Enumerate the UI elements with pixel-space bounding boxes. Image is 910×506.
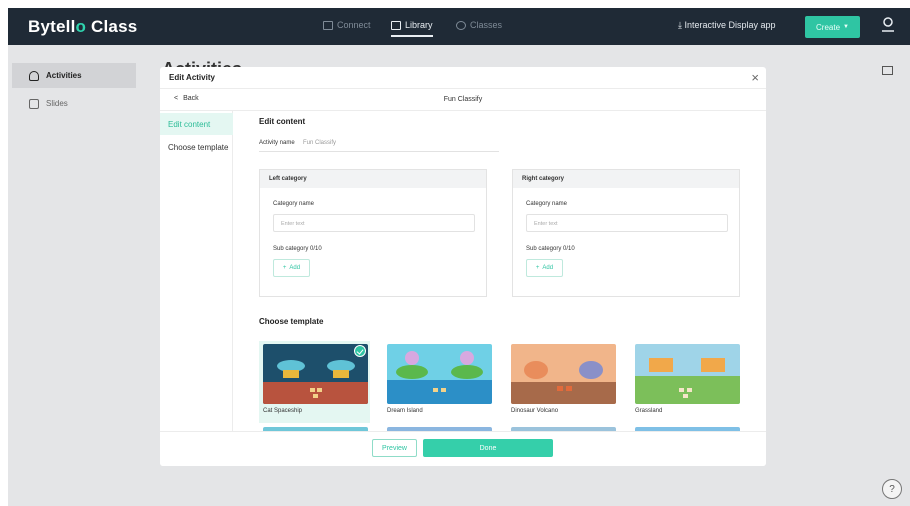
- left-category-name-label: Category name: [273, 201, 315, 207]
- dream-island-thumbnail: [387, 344, 492, 404]
- right-category-card: Right category Category name Enter text …: [512, 169, 740, 297]
- slides-icon: [29, 98, 39, 109]
- download-icon: ⤓: [678, 20, 682, 30]
- modal-title: Edit Activity: [169, 73, 215, 82]
- tab-edit-content[interactable]: Edit content: [160, 113, 233, 135]
- display-app-label: Interactive Display app: [684, 20, 776, 30]
- connect-icon: [323, 20, 333, 30]
- sidebar: Activities Slides: [8, 45, 142, 506]
- app-frame: Bytello Class Connect Library Classes ⤓ …: [8, 8, 910, 506]
- library-icon: [391, 20, 401, 30]
- create-label: Create: [816, 22, 841, 32]
- interactive-display-app-link[interactable]: ⤓ Interactive Display app: [678, 20, 776, 31]
- app-logo[interactable]: Bytello Class: [28, 17, 137, 37]
- right-category-heading: Right category: [513, 170, 739, 188]
- add-label: Add: [542, 265, 554, 271]
- create-button[interactable]: Create ▼: [805, 16, 860, 38]
- right-add-button[interactable]: + Add: [526, 259, 563, 277]
- template-card-cat-spaceship[interactable]: Cat Spaceship: [259, 341, 370, 423]
- help-icon[interactable]: ?: [882, 479, 902, 499]
- right-category-name-input[interactable]: Enter text: [526, 214, 728, 232]
- sidebar-item-label: Slides: [46, 99, 68, 108]
- nav-classes-label: Classes: [470, 20, 503, 30]
- activity-name-underline: [259, 151, 499, 152]
- template-card-grassland[interactable]: Grassland: [631, 341, 742, 423]
- trophy-icon: [29, 70, 39, 81]
- right-category-name-label: Category name: [526, 201, 568, 207]
- modal-header: Edit Activity ×: [160, 67, 766, 89]
- left-category-name-input[interactable]: Enter text: [273, 214, 475, 232]
- choose-template-heading: Choose template: [259, 317, 324, 326]
- modal-side-nav: Edit content Choose template: [160, 111, 233, 466]
- plus-icon: +: [535, 265, 540, 271]
- edit-activity-modal: Edit Activity × < Back Fun Classify Edit…: [160, 67, 766, 466]
- activity-name-input[interactable]: Fun Classify: [303, 140, 336, 146]
- caret-down-icon: ▼: [843, 24, 849, 30]
- grassland-thumbnail: [635, 344, 740, 404]
- user-icon[interactable]: [880, 16, 896, 34]
- preview-button[interactable]: Preview: [372, 439, 417, 457]
- tab-choose-template[interactable]: Choose template: [160, 136, 233, 158]
- left-category-heading: Left category: [260, 170, 486, 188]
- nav-connect[interactable]: Connect: [323, 20, 371, 30]
- modal-content: Edit content Activity name Fun Classify …: [233, 111, 766, 431]
- modal-footer: Preview Done: [160, 431, 766, 466]
- template-label: Dream Island: [387, 408, 423, 414]
- nav-classes[interactable]: Classes: [456, 20, 502, 30]
- sidebar-item-activities[interactable]: Activities: [12, 63, 136, 88]
- done-button[interactable]: Done: [423, 439, 553, 457]
- sidebar-item-slides[interactable]: Slides: [12, 91, 136, 116]
- template-label: Dinosaur Volcano: [511, 408, 559, 414]
- nav-connect-label: Connect: [337, 20, 371, 30]
- activity-title: Fun Classify: [443, 96, 483, 103]
- template-card-dream-island[interactable]: Dream Island: [383, 341, 494, 423]
- cat-spaceship-thumbnail: [263, 344, 368, 404]
- activity-name-label: Activity name: [259, 140, 295, 146]
- template-card-dinosaur-volcano[interactable]: Dinosaur Volcano: [507, 341, 618, 423]
- add-label: Add: [289, 265, 301, 271]
- modal-subheader: < Back Fun Classify: [160, 89, 766, 111]
- right-subcategory-count: Sub category 0/10: [526, 246, 575, 252]
- edit-content-heading: Edit content: [259, 117, 306, 126]
- nav-library[interactable]: Library: [391, 20, 433, 37]
- sidebar-item-label: Activities: [46, 71, 82, 80]
- dinosaur-volcano-thumbnail: [511, 344, 616, 404]
- template-label: Grassland: [635, 408, 663, 414]
- top-bar: Bytello Class Connect Library Classes ⤓ …: [8, 8, 910, 45]
- table-view-icon[interactable]: [882, 66, 893, 75]
- plus-icon: +: [282, 265, 287, 271]
- nav-library-label: Library: [405, 20, 433, 30]
- left-category-card: Left category Category name Enter text S…: [259, 169, 487, 297]
- classes-icon: [456, 20, 466, 30]
- close-icon[interactable]: ×: [751, 70, 759, 85]
- left-add-button[interactable]: + Add: [273, 259, 310, 277]
- left-subcategory-count: Sub category 0/10: [273, 246, 322, 252]
- template-label: Cat Spaceship: [263, 408, 303, 414]
- selected-check-icon: [354, 345, 366, 357]
